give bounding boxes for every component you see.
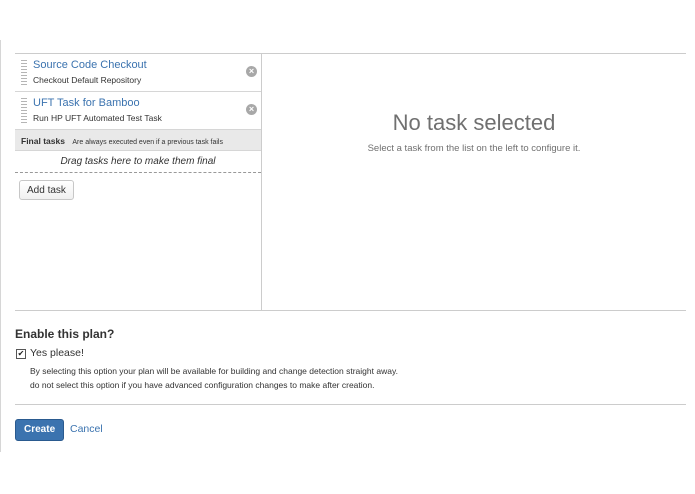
final-tasks-drop-zone[interactable]: Drag tasks here to make them final xyxy=(15,151,261,173)
enable-plan-checkbox-label[interactable]: Yes please! xyxy=(30,347,84,359)
drag-handle-icon[interactable] xyxy=(21,60,27,85)
page-left-border xyxy=(0,40,1,452)
enable-plan-description: By selecting this option your plan will … xyxy=(30,366,398,376)
final-tasks-label: Final tasks xyxy=(21,136,65,146)
add-task-button[interactable]: Add task xyxy=(19,180,74,200)
final-tasks-header: Final tasks Are always executed even if … xyxy=(15,130,261,151)
task-item-source-code-checkout[interactable]: Source Code Checkout Checkout Default Re… xyxy=(15,54,261,92)
task-title[interactable]: Source Code Checkout xyxy=(33,59,147,71)
remove-icon[interactable]: × xyxy=(246,66,257,77)
task-panel-bottom-border xyxy=(15,310,686,311)
form-actions-divider xyxy=(15,404,686,405)
create-button[interactable]: Create xyxy=(15,419,65,441)
final-tasks-note: Are always executed even if a previous t… xyxy=(72,139,223,146)
checkmark-icon: ✔ xyxy=(17,349,25,358)
no-task-selected-hint: Select a task from the list on the left … xyxy=(367,143,581,154)
task-item-uft-task[interactable]: UFT Task for Bamboo Run HP UFT Automated… xyxy=(15,92,261,130)
enable-plan-description-note: do not select this option if you have ad… xyxy=(30,380,375,390)
remove-icon[interactable]: × xyxy=(246,104,257,115)
cancel-link[interactable]: Cancel xyxy=(70,423,103,435)
no-task-selected-title: No task selected xyxy=(392,110,556,135)
task-subtitle: Checkout Default Repository xyxy=(33,75,142,85)
task-subtitle: Run HP UFT Automated Test Task xyxy=(33,113,162,123)
panel-divider xyxy=(261,54,262,311)
task-list: Source Code Checkout Checkout Default Re… xyxy=(15,54,261,310)
task-title[interactable]: UFT Task for Bamboo xyxy=(33,97,140,109)
drag-handle-icon[interactable] xyxy=(21,98,27,123)
enable-plan-heading: Enable this plan? xyxy=(15,327,115,341)
enable-plan-checkbox[interactable]: ✔ xyxy=(16,349,26,359)
